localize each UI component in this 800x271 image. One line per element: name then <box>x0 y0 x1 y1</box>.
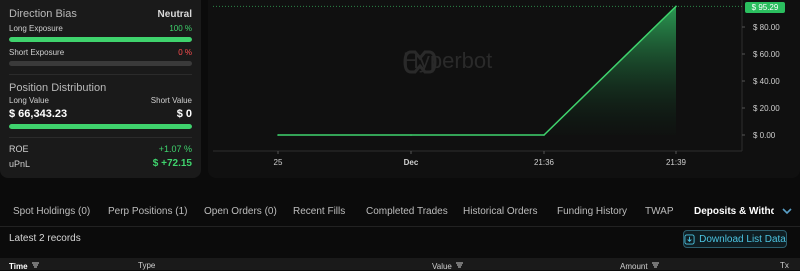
direction-bias-label: Direction Bias <box>9 8 77 20</box>
tab-item[interactable]: Deposits & Withdraw <box>694 206 774 217</box>
upnl-label: uPnL <box>9 158 31 169</box>
tab-item[interactable]: TWAP <box>645 206 674 217</box>
series-area <box>278 6 676 135</box>
table-header-cell[interactable]: Value <box>432 261 464 271</box>
position-distribution-bar-fill <box>9 124 192 129</box>
values-row: $ 66,343.23 $ 0 <box>9 108 192 120</box>
position-distribution-row: Position Distribution <box>9 82 192 94</box>
tab-item[interactable]: Recent Fills <box>293 206 345 217</box>
table-header-label: Type <box>138 261 156 270</box>
x-tick-label: 21:36 <box>534 158 555 167</box>
x-tick-label: 25 <box>274 158 283 167</box>
value-labels-row: Long Value Short Value <box>9 96 192 105</box>
data-point <box>543 134 545 136</box>
upnl-value: $ +72.15 <box>152 158 192 169</box>
table-header-cell[interactable]: Time <box>9 261 40 271</box>
tab-item[interactable]: Funding History <box>557 206 627 217</box>
chevron-down-icon[interactable] <box>780 204 794 218</box>
chart-svg: $ 80.00 $ 60.00 $ 40.00 $ 20.00 $ 0.00 25 Dec 2… <box>213 0 780 167</box>
data-point <box>675 5 677 8</box>
position-distribution-bar <box>9 124 192 129</box>
download-icon <box>684 233 695 245</box>
position-distribution-label: Position Distribution <box>9 82 107 94</box>
roe-row: ROE +1.07 % <box>9 144 192 154</box>
download-list-label: Download List Data <box>699 233 786 245</box>
long-exposure-bar <box>9 37 192 42</box>
panel-divider <box>9 74 192 75</box>
tab-item[interactable]: Open Orders (0) <box>204 206 277 217</box>
y-tick-label: $ 80.00 <box>753 23 780 32</box>
table-header-cell: Type <box>138 261 155 270</box>
direction-bias-value: Neutral <box>157 8 192 20</box>
short-value-label: Short Value <box>150 96 192 105</box>
y-tick-label: $ 20.00 <box>753 104 780 113</box>
tab-item[interactable]: Spot Holdings (0) <box>13 206 90 217</box>
table-header-label: Tx <box>780 261 789 270</box>
tab-item[interactable]: Completed Trades <box>366 206 448 217</box>
roe-label: ROE <box>9 144 29 154</box>
x-tick-label: Dec <box>404 158 419 167</box>
short-exposure-label: Short Exposure <box>9 48 65 57</box>
download-list-button[interactable]: Download List Data <box>683 230 787 248</box>
short-exposure-row: Short Exposure 0 % <box>9 48 192 57</box>
sort-icon <box>31 262 39 268</box>
upnl-row: uPnL $ +72.15 <box>9 158 192 169</box>
x-tick-label: 21:39 <box>666 158 687 167</box>
roe-value: +1.07 % <box>158 144 192 154</box>
short-exposure-bar <box>9 61 192 66</box>
y-tick-label: $ 60.00 <box>753 50 780 59</box>
y-tick-label: $ 0.00 <box>753 131 776 140</box>
long-exposure-row: Long Exposure 100 % <box>9 24 192 33</box>
long-exposure-label: Long Exposure <box>9 24 63 33</box>
short-value: $ 0 <box>176 108 192 120</box>
current-price-tag: $ 95.29 <box>745 2 785 13</box>
tab-item[interactable]: Perp Positions (1) <box>108 206 187 217</box>
direction-bias-row: Direction Bias Neutral <box>9 8 192 20</box>
tabs-divider <box>0 226 800 227</box>
sort-icon <box>455 262 463 268</box>
table-header <box>0 258 800 270</box>
long-value-label: Long Value <box>9 96 49 105</box>
table-header-cell[interactable]: Amount <box>620 261 660 271</box>
tab-item[interactable]: Historical Orders <box>463 206 537 217</box>
long-exposure-value: 100 % <box>169 24 192 33</box>
data-point <box>277 134 279 136</box>
table-header-cell: Tx <box>780 261 789 270</box>
y-tick-label: $ 40.00 <box>753 77 780 86</box>
short-exposure-value: 0 % <box>178 48 192 57</box>
data-point <box>410 134 412 136</box>
panel-divider <box>9 137 192 138</box>
long-exposure-bar-fill <box>9 37 192 42</box>
records-count: Latest 2 records <box>9 233 81 244</box>
pnl-chart[interactable]: Hyperbot $ 80.00 $ 60.00 $ 40.00 $ 20.00 $ 0… <box>208 0 800 178</box>
long-value: $ 66,343.23 <box>9 108 68 120</box>
sort-icon <box>651 262 659 268</box>
position-summary-panel: Direction Bias Neutral Long Exposure 100… <box>0 0 201 178</box>
